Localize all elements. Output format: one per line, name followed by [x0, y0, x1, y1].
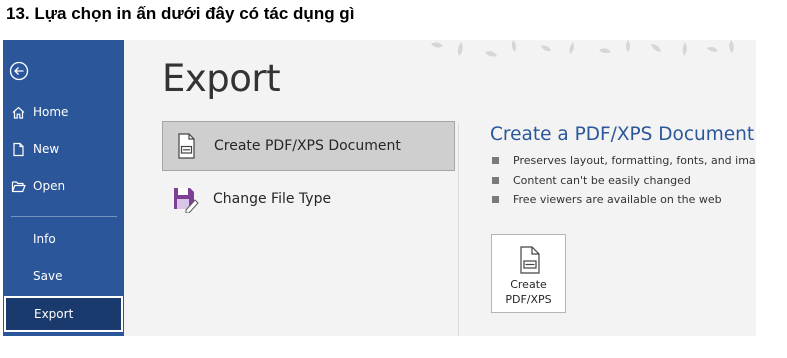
- detail-bullet-list: Preserves layout, formatting, fonts, and…: [491, 151, 756, 210]
- save-as-icon: [174, 188, 199, 213]
- bullet-square-icon: [492, 176, 499, 184]
- page-title: Export: [162, 57, 281, 100]
- panel-divider: [458, 123, 459, 336]
- detail-title: Create a PDF/XPS Document: [490, 124, 755, 145]
- detail-bullet: Preserves layout, formatting, fonts, and…: [491, 151, 756, 171]
- nav-item-label: Home: [33, 105, 69, 119]
- detail-bullet: Content can't be easily changed: [491, 171, 756, 191]
- pdf-document-icon: [178, 133, 195, 159]
- nav-item-label: Export: [34, 307, 74, 321]
- nav-item-export[interactable]: Export: [4, 296, 123, 332]
- bullet-square-icon: [492, 196, 499, 203]
- new-document-icon: [13, 142, 24, 157]
- option-create-pdf-xps[interactable]: Create PDF/XPS Document: [162, 121, 455, 171]
- nav-item-label: New: [33, 142, 60, 156]
- open-folder-icon: [11, 181, 26, 193]
- option-change-file-type[interactable]: Change File Type: [162, 175, 455, 225]
- nav-item-save[interactable]: Save: [3, 258, 124, 294]
- nav-item-label: Info: [33, 232, 56, 246]
- nav-item-home[interactable]: Home: [3, 94, 124, 130]
- question-title: 13. Lựa chọn in ấn dưới đây có tác dụng …: [6, 4, 355, 23]
- nav-item-new[interactable]: New: [3, 131, 124, 167]
- option-label: Change File Type: [213, 191, 332, 207]
- nav-item-label: Open: [33, 179, 66, 193]
- backstage-sidebar: Home New Open Info Save Export: [3, 40, 124, 336]
- nav-item-label: Save: [33, 269, 63, 283]
- home-icon: [12, 106, 25, 119]
- word-backstage-window: Home New Open Info Save Export Export Cr…: [3, 40, 756, 336]
- option-label: Create PDF/XPS Document: [214, 138, 401, 154]
- nav-item-open[interactable]: Open: [3, 168, 124, 204]
- nav-item-info[interactable]: Info: [3, 221, 124, 257]
- detail-bullet: Free viewers are available on the web: [491, 190, 756, 210]
- create-pdf-xps-button[interactable]: Create PDF/XPS: [491, 234, 566, 313]
- back-arrow-circle-icon: [9, 61, 29, 81]
- decorative-leaves-pattern: [431, 40, 734, 57]
- nav-divider: [11, 216, 117, 217]
- create-pdf-xps-button-label: Create PDF/XPS: [505, 278, 552, 306]
- bullet-square-icon: [492, 157, 499, 164]
- back-button[interactable]: [9, 61, 29, 81]
- pdf-document-icon: [520, 246, 540, 274]
